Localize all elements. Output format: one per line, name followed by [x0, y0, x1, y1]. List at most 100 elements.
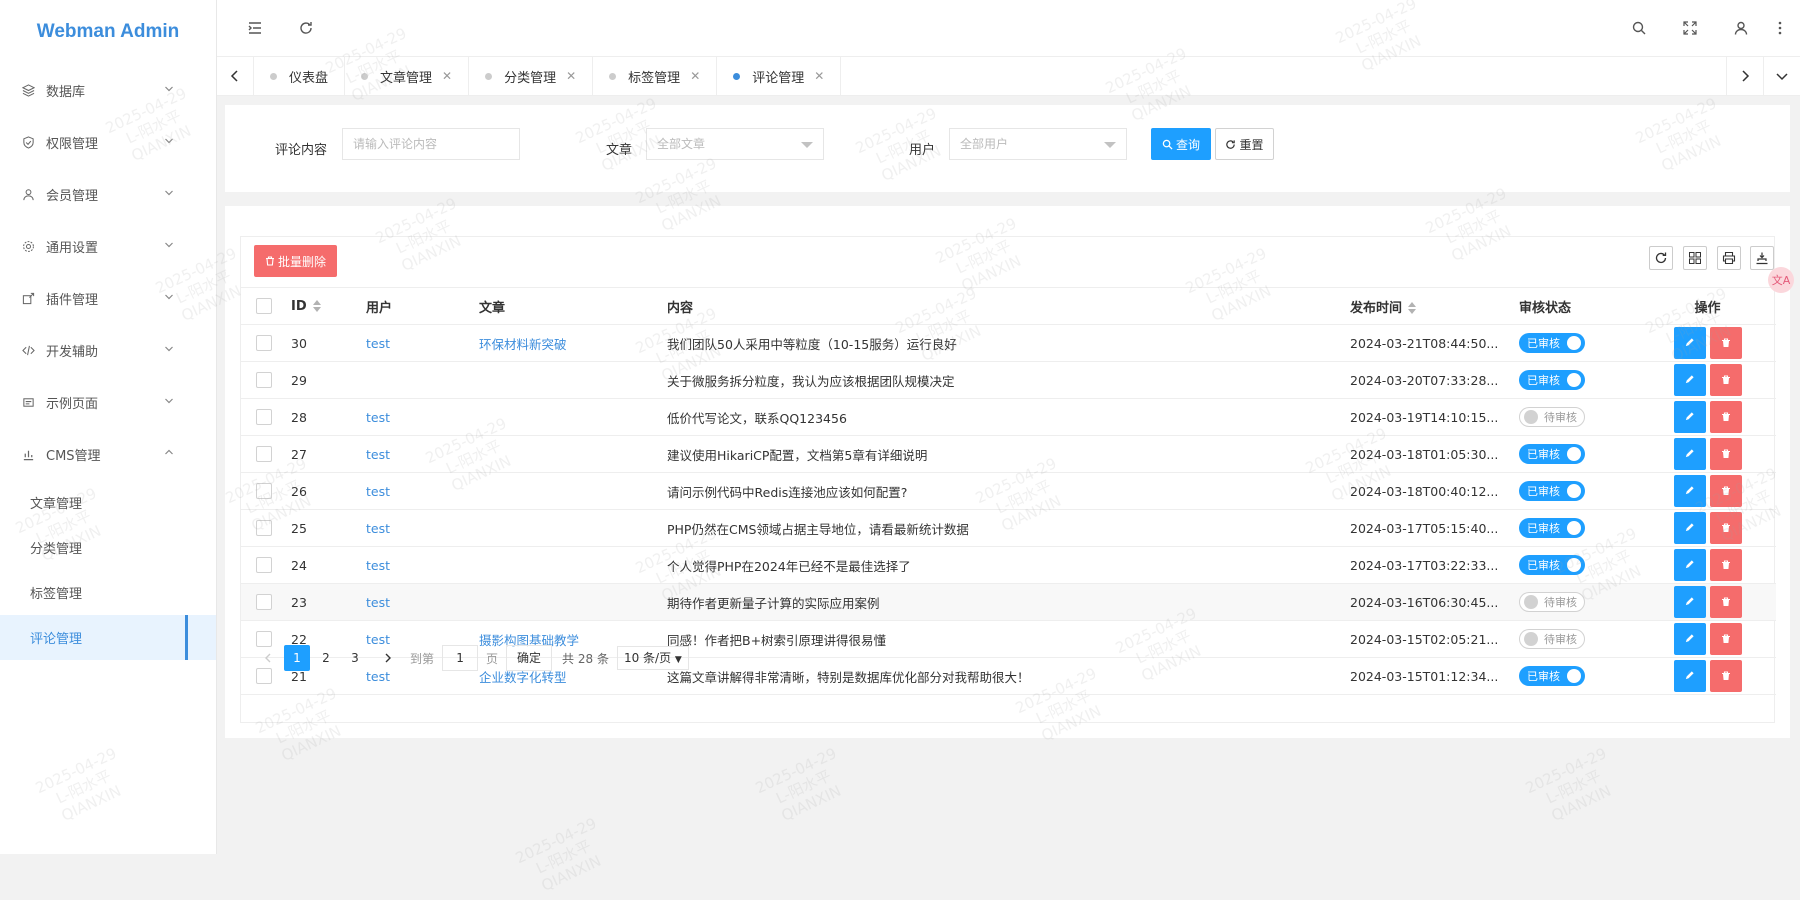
row-checkbox[interactable] [256, 520, 272, 537]
delete-button[interactable] [1709, 549, 1742, 581]
row-checkbox[interactable] [256, 557, 272, 574]
goto-confirm-button[interactable]: 确定 [506, 645, 553, 671]
columns-filter-icon[interactable] [1683, 246, 1707, 270]
print-icon[interactable] [1717, 246, 1741, 270]
edit-button[interactable] [1673, 364, 1706, 396]
user-icon[interactable] [1732, 19, 1750, 37]
table-row[interactable]: 24 test 个人觉得PHP在2024年已经不是最佳选择了 2024-03-17T0… [241, 546, 1776, 584]
sidebar-item-6[interactable]: 开发辅助 [0, 324, 216, 376]
row-user-link[interactable]: test [366, 447, 390, 462]
app-logo-title[interactable]: Webman Admin [0, 0, 216, 64]
page-number[interactable]: 3 [342, 645, 368, 671]
status-toggle[interactable]: 已审核 [1519, 481, 1585, 501]
close-icon[interactable]: ✕ [814, 69, 824, 83]
edit-button[interactable] [1673, 586, 1706, 618]
close-icon[interactable]: ✕ [442, 69, 452, 83]
table-row[interactable]: 27 test 建议使用HikariCP配置，文档第5章有详细说明 2024-03-1… [241, 435, 1776, 473]
sidebar-subitem-2[interactable]: 分类管理 [0, 525, 216, 570]
delete-button[interactable] [1709, 475, 1742, 507]
table-row[interactable]: 26 test 请问示例代码中Redis连接池应该如何配置? 2024-03-18T0… [241, 472, 1776, 510]
row-user-link[interactable]: test [366, 595, 390, 610]
status-toggle[interactable]: 待审核 [1519, 407, 1585, 427]
table-row[interactable]: 30 test 环保材料新突破 我们团队50人采用中等粒度（10-15服务）运行良好 2… [241, 324, 1776, 362]
prev-page-icon[interactable] [255, 645, 281, 671]
edit-button[interactable] [1673, 327, 1706, 359]
reset-button[interactable]: 重置 [1215, 128, 1274, 160]
row-checkbox[interactable] [256, 409, 272, 426]
page-size-select[interactable]: 10 条/页 ▼ [616, 646, 689, 670]
close-icon[interactable]: ✕ [690, 69, 700, 83]
menu-fold-icon[interactable] [246, 19, 264, 37]
status-toggle[interactable]: 已审核 [1519, 444, 1585, 464]
status-toggle[interactable]: 已审核 [1519, 666, 1585, 686]
col-id-header[interactable]: ID [291, 288, 366, 325]
delete-button[interactable] [1709, 438, 1742, 470]
comment-content-input[interactable]: 请输入评论内容 [342, 128, 520, 160]
edit-button[interactable] [1673, 623, 1706, 655]
tabs-scroll-right-icon[interactable] [1726, 57, 1763, 95]
edit-button[interactable] [1673, 475, 1706, 507]
row-checkbox[interactable] [256, 446, 272, 463]
tabs-dropdown-icon[interactable] [1763, 57, 1800, 95]
table-row[interactable]: 23 test 期待作者更新量子计算的实际应用案例 2024-03-16T06:30:… [241, 583, 1776, 621]
row-checkbox[interactable] [256, 483, 272, 500]
sidebar-item-5[interactable]: 插件管理 [0, 272, 216, 324]
refresh-icon[interactable] [297, 19, 315, 37]
sidebar-item-4[interactable]: 通用设置 [0, 220, 216, 272]
export-icon[interactable] [1750, 246, 1774, 270]
query-button[interactable]: 查询 [1151, 128, 1211, 160]
close-icon[interactable]: ✕ [566, 69, 576, 83]
row-user-link[interactable]: test [366, 484, 390, 499]
edit-button[interactable] [1673, 549, 1706, 581]
status-toggle[interactable]: 已审核 [1519, 370, 1585, 390]
tab-4[interactable]: 标签管理 ✕ [593, 57, 718, 95]
table-row[interactable]: 28 test 低价代写论文，联系QQ123456 2024-03-19T14:10:… [241, 398, 1776, 436]
row-user-link[interactable]: test [366, 336, 390, 351]
col-time-header[interactable]: 发布时间 [1350, 288, 1519, 325]
goto-page-input[interactable]: 1 [442, 645, 479, 671]
tab-2[interactable]: 文章管理 ✕ [345, 57, 470, 95]
delete-button[interactable] [1709, 512, 1742, 544]
more-vertical-icon[interactable] [1760, 19, 1800, 37]
next-page-icon[interactable] [375, 645, 401, 671]
user-select[interactable]: 全部用户 [949, 128, 1127, 160]
sidebar-item-3[interactable]: 会员管理 [0, 168, 216, 220]
select-all-checkbox[interactable] [256, 298, 272, 314]
sidebar-subitem-1[interactable]: 文章管理 [0, 480, 216, 525]
status-toggle[interactable]: 待审核 [1519, 629, 1585, 649]
batch-delete-button[interactable]: 批量删除 [254, 245, 337, 277]
delete-button[interactable] [1709, 660, 1742, 692]
sort-icon[interactable] [1408, 302, 1417, 314]
tab-1[interactable]: 仪表盘 [254, 57, 346, 95]
status-toggle[interactable]: 已审核 [1519, 333, 1585, 353]
table-row[interactable]: 25 test PHP仍然在CMS领域占据主导地位，请看最新统计数据 2024-03-… [241, 509, 1776, 547]
status-toggle[interactable]: 已审核 [1519, 518, 1585, 538]
status-toggle[interactable]: 已审核 [1519, 555, 1585, 575]
fullscreen-icon[interactable] [1681, 19, 1699, 37]
delete-button[interactable] [1709, 623, 1742, 655]
sort-icon[interactable] [312, 300, 321, 312]
delete-button[interactable] [1709, 327, 1742, 359]
table-refresh-icon[interactable] [1649, 246, 1673, 270]
sidebar-subitem-3[interactable]: 标签管理 [0, 570, 216, 615]
delete-button[interactable] [1709, 586, 1742, 618]
status-toggle[interactable]: 待审核 [1519, 592, 1585, 612]
sidebar-item-8[interactable]: CMS管理 [0, 428, 216, 480]
sidebar-item-7[interactable]: 示例页面 [0, 376, 216, 428]
row-user-link[interactable]: test [366, 558, 390, 573]
article-select[interactable]: 全部文章 [646, 128, 824, 160]
table-row[interactable]: 29 关于微服务拆分粒度，我认为应该根据团队规模决定 2024-03-20T07:3… [241, 361, 1776, 399]
row-article-link[interactable]: 环保材料新突破 [479, 337, 567, 352]
row-checkbox[interactable] [256, 594, 272, 611]
edit-button[interactable] [1673, 438, 1706, 470]
tab-5[interactable]: 评论管理 ✕ [717, 57, 842, 95]
tab-3[interactable]: 分类管理 ✕ [469, 57, 594, 95]
sidebar-item-2[interactable]: 权限管理 [0, 116, 216, 168]
delete-button[interactable] [1709, 401, 1742, 433]
tabs-scroll-left-icon[interactable] [217, 57, 254, 95]
row-checkbox[interactable] [256, 335, 272, 352]
page-number[interactable]: 1 [284, 645, 310, 671]
search-icon[interactable] [1630, 19, 1648, 37]
edit-button[interactable] [1673, 512, 1706, 544]
page-number[interactable]: 2 [313, 645, 339, 671]
